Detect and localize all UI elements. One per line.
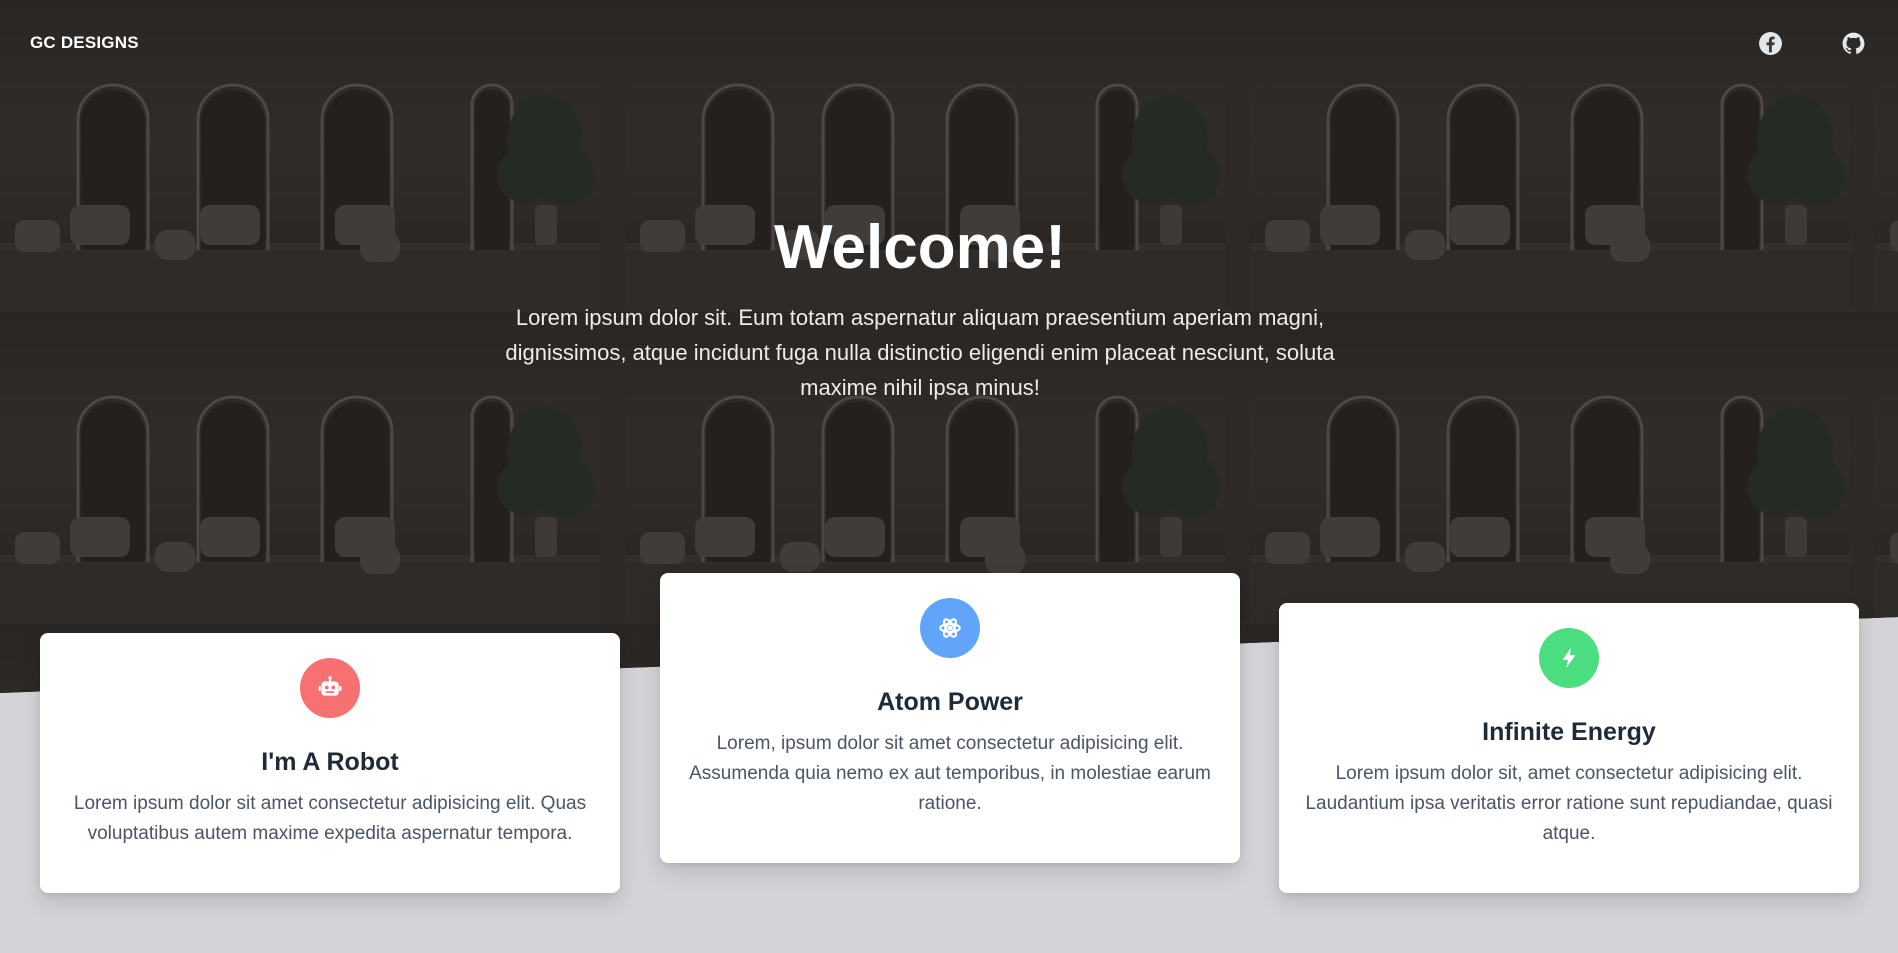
card-icon-circle (300, 658, 360, 718)
card-icon-circle (920, 598, 980, 658)
card-text: Lorem ipsum dolor sit amet consectetur a… (73, 793, 587, 844)
bolt-icon (1562, 647, 1576, 669)
navbar: GC DESIGNS (0, 0, 1898, 86)
hero-description: Lorem ipsum dolor sit. Eum totam asperna… (505, 305, 1335, 400)
page: GC DESIGNS Welcome! Lorem ipsum dolor si… (0, 0, 1898, 953)
card-text: Lorem ipsum dolor sit, amet consectetur … (1305, 763, 1833, 844)
social-links (1758, 31, 1868, 56)
github-icon (1842, 32, 1865, 54)
facebook-link[interactable] (1758, 31, 1783, 56)
card-title: Atom Power (877, 688, 1023, 716)
card-title: I'm A Robot (261, 748, 399, 776)
hero-image-tile (1875, 624, 1898, 693)
github-link[interactable] (1841, 31, 1866, 56)
card-text: Lorem, ipsum dolor sit amet consectetur … (689, 733, 1211, 814)
hero-content: Welcome! Lorem ipsum dolor sit. Eum tota… (0, 210, 1840, 405)
atom-icon (939, 618, 961, 638)
feature-card-energy: Infinite Energy Lorem ipsum dolor sit, a… (1279, 603, 1859, 893)
hero-title: Welcome! (774, 213, 1066, 282)
feature-card-robot: I'm A Robot Lorem ipsum dolor sit amet c… (40, 633, 620, 893)
brand-logo[interactable]: GC DESIGNS (30, 33, 139, 53)
card-title: Infinite Energy (1482, 718, 1656, 746)
facebook-icon (1759, 31, 1782, 55)
feature-card-atom: Atom Power Lorem, ipsum dolor sit amet c… (660, 573, 1240, 863)
robot-icon (318, 676, 342, 696)
card-icon-circle (1539, 628, 1599, 688)
